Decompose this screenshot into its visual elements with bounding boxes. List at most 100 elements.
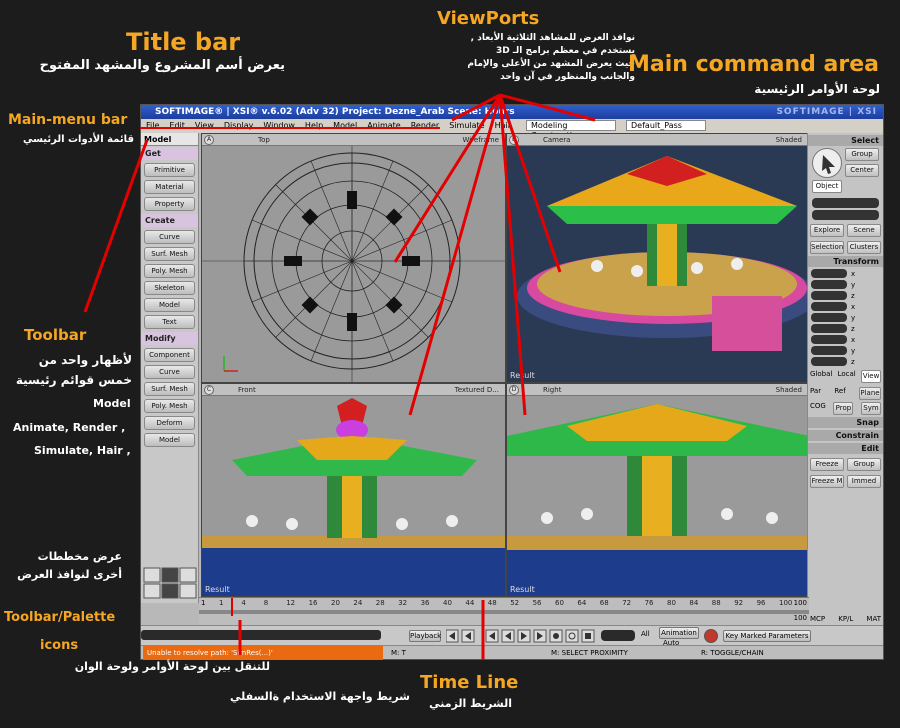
axis-y-label: y [851, 346, 856, 355]
tab-kpl[interactable]: KP/L [838, 615, 853, 623]
script-field[interactable] [141, 630, 381, 640]
status-mouse-left: M: T [391, 649, 406, 657]
skeleton-button[interactable]: Skeleton [144, 281, 195, 295]
plane-option[interactable]: Plane [859, 387, 881, 400]
clusters-button[interactable]: Clusters [847, 241, 881, 254]
timeline-tick: 96 [756, 599, 766, 607]
deform-button[interactable]: Deform [144, 416, 195, 430]
viewport-name[interactable]: Right [543, 386, 561, 394]
menu-view[interactable]: View [190, 119, 219, 133]
component-button[interactable]: Component [144, 348, 195, 362]
all-option[interactable]: All [641, 630, 650, 638]
ref-option[interactable]: Ref [834, 387, 845, 400]
viewport-mode[interactable]: Shaded [776, 134, 802, 146]
viewport-name[interactable]: Camera [543, 136, 570, 144]
freeze-button[interactable]: Freeze [810, 458, 844, 471]
menu-animate[interactable]: Animate [362, 119, 406, 133]
key-marked-parameters-button[interactable]: Key Marked Parameters [723, 630, 811, 642]
menu-model[interactable]: Model [328, 119, 362, 133]
create-curve-button[interactable]: Curve [144, 230, 195, 244]
menu-edit[interactable]: Edit [164, 119, 190, 133]
modify-curve-button[interactable]: Curve [144, 365, 195, 379]
primitive-button[interactable]: Primitive [144, 163, 195, 177]
explore-button[interactable]: Explore [810, 224, 844, 237]
scene-button[interactable]: Scene [847, 224, 881, 237]
selection-field[interactable] [812, 198, 879, 208]
menu-window[interactable]: Window [258, 119, 300, 133]
view-option[interactable]: View [861, 370, 881, 383]
selection-button[interactable]: Selection [810, 241, 844, 254]
pass-combo[interactable]: Default_Pass [626, 120, 707, 131]
playhead[interactable] [231, 598, 233, 616]
layouts-ar-line-2: أخرى لنوافذ العرض [17, 568, 122, 581]
toolbar-switcher[interactable]: Model [141, 133, 198, 146]
main-menu-bar: File Edit View Display Window Help Model… [141, 119, 883, 140]
menu-file[interactable]: File [141, 119, 164, 133]
viewport-name[interactable]: Top [258, 136, 270, 144]
modify-surf-mesh-button[interactable]: Surf. Mesh [144, 382, 195, 396]
toolbar: Model Get Primitive Material Property Cr… [141, 133, 199, 603]
animation-button[interactable]: Animation [659, 627, 699, 639]
timeline-start[interactable]: 1 [201, 599, 205, 607]
layout-icons [143, 567, 197, 599]
menu-render[interactable]: Render [406, 119, 444, 133]
timeline-tick: 1 [219, 599, 224, 607]
viewport-mode[interactable]: Shaded [776, 384, 802, 396]
cog-option[interactable]: COG [810, 402, 826, 415]
viewport-camera[interactable]: B Camera Shaded Result [506, 133, 809, 383]
annotation-viewports-ar: نوافذ العرض للمشاهد الثلاثية الأبعاد , ي… [405, 32, 635, 84]
snap-panel-title[interactable]: Snap [808, 417, 883, 428]
viewport-right[interactable]: D Right Shaded Result [506, 383, 809, 597]
annotation-timeline-ar: الشريط الزمني [429, 697, 512, 710]
menu-help[interactable]: Help [300, 119, 328, 133]
viewport-mode[interactable]: Wireframe [462, 134, 499, 146]
timeline-end-2[interactable]: 100 [794, 614, 807, 622]
menu-simulate[interactable]: Simulate [444, 119, 489, 133]
sym-option[interactable]: Sym [860, 402, 881, 415]
annotation-title-bar-ar: يعرض أسم المشروع والمشهد المفتوح [39, 58, 285, 73]
playback-button[interactable]: Playback [409, 630, 441, 642]
toolbar-section-modify: Modify [141, 332, 198, 345]
timeline[interactable]: 1 4 8 12 16 20 24 28 32 36 40 44 48 52 56 60 64 68 72 76 80 8… [199, 597, 809, 625]
tab-mat[interactable]: MAT [866, 615, 881, 623]
freeze-m-button[interactable]: Freeze M [810, 475, 844, 488]
viewport-top[interactable]: A Top Wireframe [201, 133, 506, 383]
constrain-panel-title[interactable]: Constrain [808, 430, 883, 441]
immed-button[interactable]: Immed [847, 475, 881, 488]
tab-mcp[interactable]: MCP [810, 615, 825, 623]
property-button[interactable]: Property [144, 197, 195, 211]
prop-option[interactable]: Prop [833, 402, 854, 415]
annotation-layouts-ar: عرض مخططات أخرى لنوافذ العرض [0, 548, 122, 584]
viewport-header: B Camera Shaded [507, 134, 808, 146]
global-option[interactable]: Global [810, 370, 832, 383]
edit-group-button[interactable]: Group [847, 458, 881, 471]
viewport-name[interactable]: Front [238, 386, 256, 394]
par-option[interactable]: Par [810, 387, 821, 400]
create-surf-mesh-button[interactable]: Surf. Mesh [144, 247, 195, 261]
toolbar-ar-line-1: لأظهار واحد من [38, 353, 132, 367]
annotation-timeline: Time Line [420, 672, 519, 693]
autokey-record-icon[interactable] [704, 629, 718, 643]
timeline-end[interactable]: 100 [794, 599, 807, 607]
timeline-tick: 12 [286, 599, 296, 607]
menu-display[interactable]: Display [219, 119, 259, 133]
select-arrow-icon[interactable] [812, 148, 842, 178]
selection-row: Selection Clusters [810, 241, 881, 254]
selection-field-2[interactable] [812, 210, 879, 220]
annotation-toolbar: Toolbar [24, 326, 87, 344]
create-poly-mesh-button[interactable]: Poly. Mesh [144, 264, 195, 278]
modify-model-button[interactable]: Model [144, 433, 195, 447]
material-button[interactable]: Material [144, 180, 195, 194]
menu-hair[interactable]: Hair [490, 119, 516, 133]
viewport-mode[interactable]: Textured D... [455, 384, 499, 396]
text-button[interactable]: Text [144, 315, 195, 329]
group-button[interactable]: Group [845, 148, 879, 161]
create-model-button[interactable]: Model [144, 298, 195, 312]
modify-poly-mesh-button[interactable]: Poly. Mesh [144, 399, 195, 413]
frame-field[interactable] [601, 630, 635, 641]
center-button[interactable]: Center [845, 164, 879, 177]
local-option[interactable]: Local [838, 370, 856, 383]
layout-combo[interactable]: Modeling Construction... [526, 120, 617, 140]
viewport-front[interactable]: C Front Textured D... Result [201, 383, 506, 597]
object-button[interactable]: Object [812, 180, 842, 193]
